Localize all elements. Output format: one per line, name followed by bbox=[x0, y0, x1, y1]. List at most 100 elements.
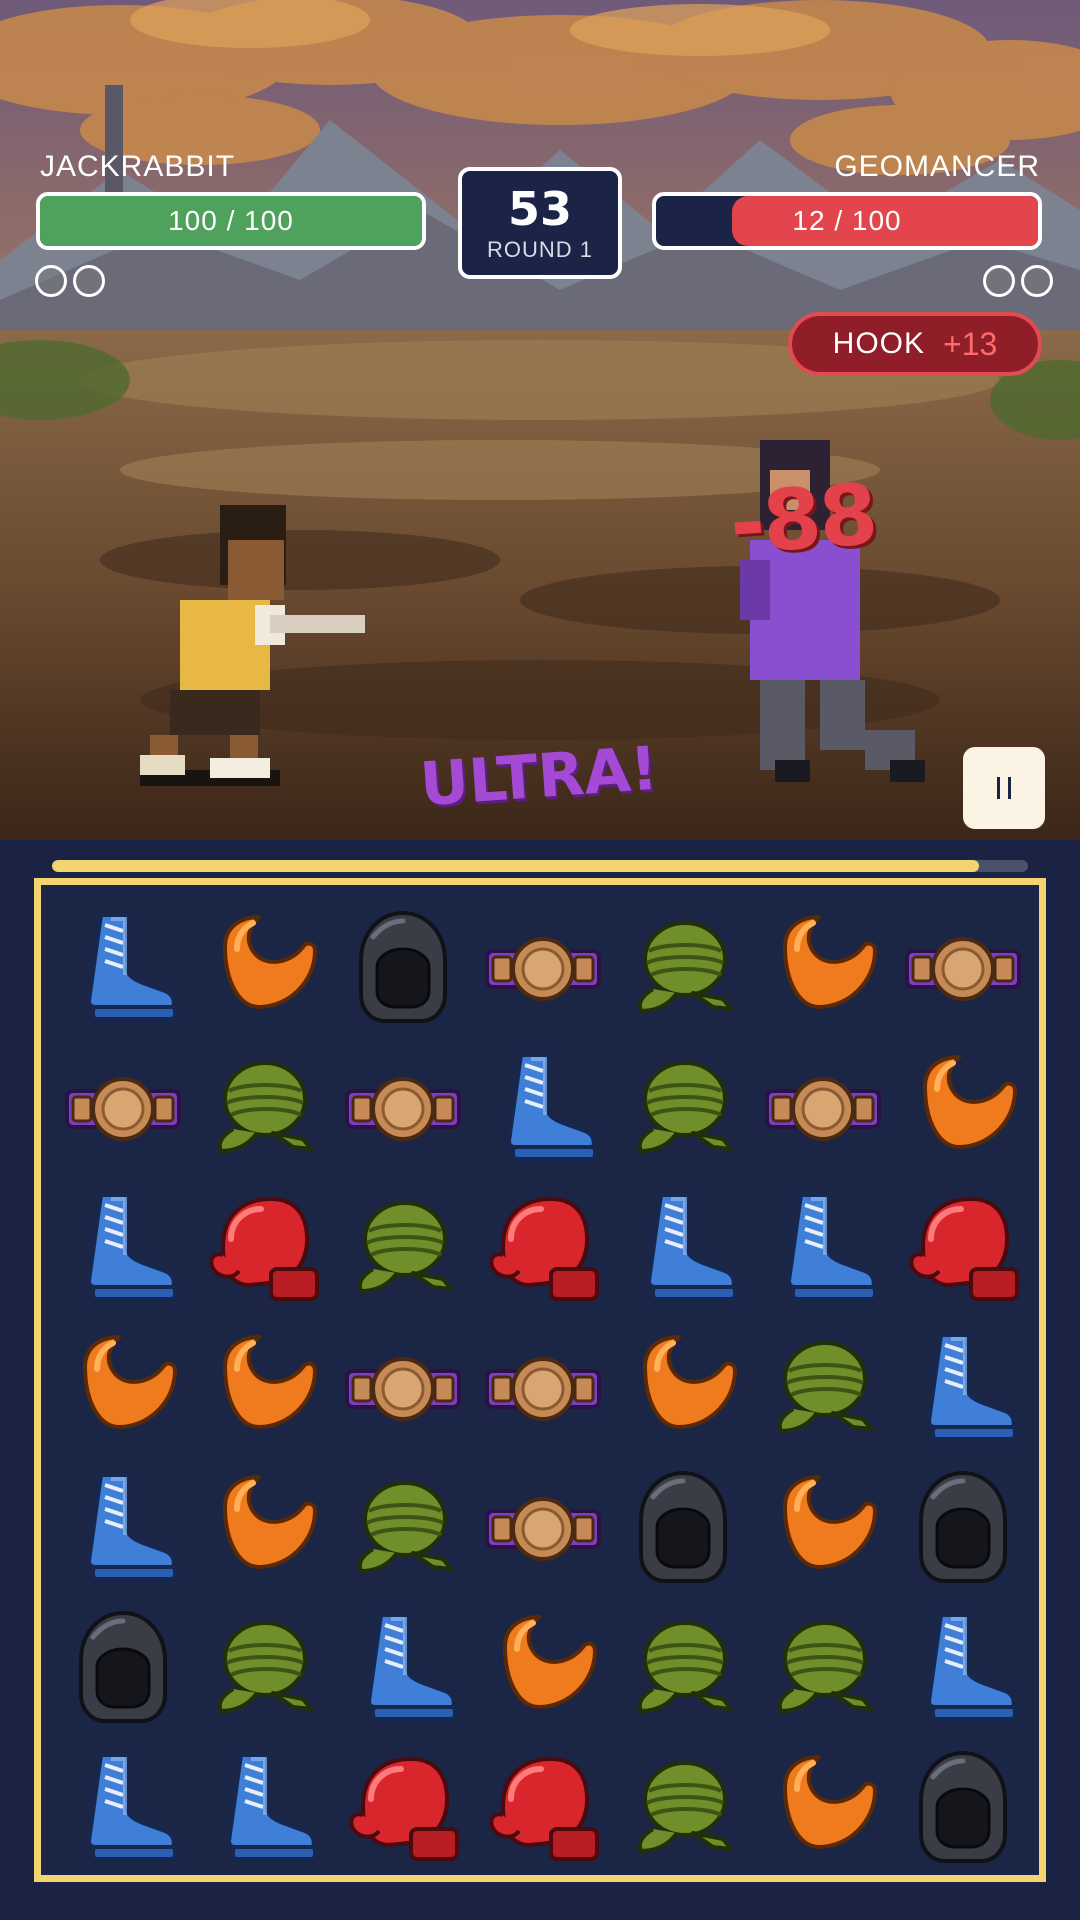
board-tile-boot[interactable] bbox=[333, 1597, 473, 1737]
board-tile-mouthguard[interactable] bbox=[193, 1457, 333, 1597]
board-tile-mouthguard[interactable] bbox=[193, 897, 333, 1037]
championship-belt-icon bbox=[765, 1077, 881, 1141]
pause-button[interactable] bbox=[963, 747, 1045, 829]
board-tile-wraps[interactable] bbox=[333, 1177, 473, 1317]
board-tile-helmet[interactable] bbox=[893, 1737, 1033, 1877]
board-tile-glove[interactable] bbox=[473, 1177, 613, 1317]
mouthguard-icon bbox=[783, 1475, 877, 1569]
round-label: ROUND 1 bbox=[486, 237, 593, 262]
board-tile-helmet[interactable] bbox=[333, 897, 473, 1037]
board-tile-mouthguard[interactable] bbox=[893, 1037, 1033, 1177]
opponent-name: GEOMANCER bbox=[834, 150, 1040, 183]
boxing-glove-icon bbox=[489, 1196, 599, 1301]
round-timer: 53 ROUND 1 bbox=[458, 167, 622, 279]
boxing-boot-icon bbox=[927, 1333, 1017, 1441]
boxing-glove-icon bbox=[909, 1196, 1019, 1301]
opponent-health-text: 12 / 100 bbox=[792, 205, 902, 236]
mouthguard-icon bbox=[503, 1615, 597, 1709]
board-tile-glove[interactable] bbox=[473, 1737, 613, 1877]
hand-wraps-icon bbox=[637, 921, 733, 1014]
damage-popup: -88 bbox=[726, 465, 880, 573]
mouthguard-icon bbox=[223, 1335, 317, 1429]
board-tile-wraps[interactable] bbox=[753, 1597, 893, 1737]
mouthguard-icon bbox=[783, 1755, 877, 1849]
board-tile-mouthguard[interactable] bbox=[753, 897, 893, 1037]
hand-wraps-icon bbox=[217, 1621, 313, 1714]
boxing-boot-icon bbox=[927, 1613, 1017, 1721]
hand-wraps-icon bbox=[357, 1201, 453, 1294]
board-tile-mouthguard[interactable] bbox=[753, 1457, 893, 1597]
mouthguard-icon bbox=[643, 1335, 737, 1429]
championship-belt-icon bbox=[65, 1077, 181, 1141]
headgear-icon bbox=[79, 1610, 167, 1723]
boxing-boot-icon bbox=[87, 913, 177, 1021]
board-tile-belt[interactable] bbox=[473, 1457, 613, 1597]
board-tile-belt[interactable] bbox=[53, 1037, 193, 1177]
championship-belt-icon bbox=[345, 1357, 461, 1421]
match-progress-bar bbox=[52, 860, 1028, 872]
board-tile-boot[interactable] bbox=[193, 1737, 333, 1877]
board-tile-mouthguard[interactable] bbox=[473, 1597, 613, 1737]
board-tile-wraps[interactable] bbox=[193, 1597, 333, 1737]
move-bonus: +13 bbox=[943, 325, 998, 362]
board-tile-glove[interactable] bbox=[193, 1177, 333, 1317]
boxing-boot-icon bbox=[87, 1473, 177, 1581]
board-tile-boot[interactable] bbox=[893, 1317, 1033, 1457]
board-tile-boot[interactable] bbox=[53, 1457, 193, 1597]
board-tile-wraps[interactable] bbox=[613, 1597, 753, 1737]
board-tile-wraps[interactable] bbox=[333, 1457, 473, 1597]
board-tile-boot[interactable] bbox=[753, 1177, 893, 1317]
board-tile-glove[interactable] bbox=[893, 1177, 1033, 1317]
board-tile-glove[interactable] bbox=[333, 1737, 473, 1877]
headgear-icon bbox=[919, 1750, 1007, 1863]
mouthguard-icon bbox=[783, 915, 877, 1009]
championship-belt-icon bbox=[485, 1357, 601, 1421]
board-tile-boot[interactable] bbox=[473, 1037, 613, 1177]
board-tile-mouthguard[interactable] bbox=[753, 1737, 893, 1877]
board-tile-boot[interactable] bbox=[893, 1597, 1033, 1737]
board-tile-helmet[interactable] bbox=[613, 1457, 753, 1597]
board-tile-belt[interactable] bbox=[893, 897, 1033, 1037]
boxing-boot-icon bbox=[647, 1193, 737, 1301]
board-tile-belt[interactable] bbox=[473, 1317, 613, 1457]
boxing-glove-icon bbox=[489, 1756, 599, 1861]
player-name: JACKRABBIT bbox=[40, 150, 236, 183]
board-tile-helmet[interactable] bbox=[53, 1597, 193, 1737]
mouthguard-icon bbox=[923, 1055, 1017, 1149]
boxing-boot-icon bbox=[787, 1193, 877, 1301]
arena-background bbox=[0, 0, 1080, 840]
hand-wraps-icon bbox=[777, 1621, 873, 1714]
round-pip bbox=[1021, 265, 1053, 297]
headgear-icon bbox=[639, 1470, 727, 1583]
board-tile-belt[interactable] bbox=[333, 1317, 473, 1457]
round-pip bbox=[983, 265, 1015, 297]
board-tile-boot[interactable] bbox=[53, 897, 193, 1037]
board-tile-wraps[interactable] bbox=[753, 1317, 893, 1457]
timer-value: 53 bbox=[507, 182, 572, 236]
mouthguard-icon bbox=[223, 1475, 317, 1569]
opponent-health-bar: 12 / 100 bbox=[652, 192, 1042, 250]
board-tile-boot[interactable] bbox=[613, 1177, 753, 1317]
board-tile-mouthguard[interactable] bbox=[613, 1317, 753, 1457]
board-tile-mouthguard[interactable] bbox=[193, 1317, 333, 1457]
board-tile-belt[interactable] bbox=[753, 1037, 893, 1177]
championship-belt-icon bbox=[485, 937, 601, 1001]
player-health-text: 100 / 100 bbox=[168, 205, 294, 236]
hand-wraps-icon bbox=[777, 1341, 873, 1434]
championship-belt-icon bbox=[905, 937, 1021, 1001]
boxing-boot-icon bbox=[507, 1053, 597, 1161]
board-tile-wraps[interactable] bbox=[613, 1737, 753, 1877]
board-tile-boot[interactable] bbox=[53, 1177, 193, 1317]
board-tile-helmet[interactable] bbox=[893, 1457, 1033, 1597]
board-tile-wraps[interactable] bbox=[613, 1037, 753, 1177]
board-tile-mouthguard[interactable] bbox=[53, 1317, 193, 1457]
boxing-boot-icon bbox=[367, 1613, 457, 1721]
board-tile-boot[interactable] bbox=[53, 1737, 193, 1877]
board-tile-belt[interactable] bbox=[333, 1037, 473, 1177]
board-tile-wraps[interactable] bbox=[193, 1037, 333, 1177]
board-tile-belt[interactable] bbox=[473, 897, 613, 1037]
championship-belt-icon bbox=[485, 1497, 601, 1561]
opponent-round-pips bbox=[983, 265, 1053, 297]
boxing-glove-icon bbox=[349, 1756, 459, 1861]
board-tile-wraps[interactable] bbox=[613, 897, 753, 1037]
